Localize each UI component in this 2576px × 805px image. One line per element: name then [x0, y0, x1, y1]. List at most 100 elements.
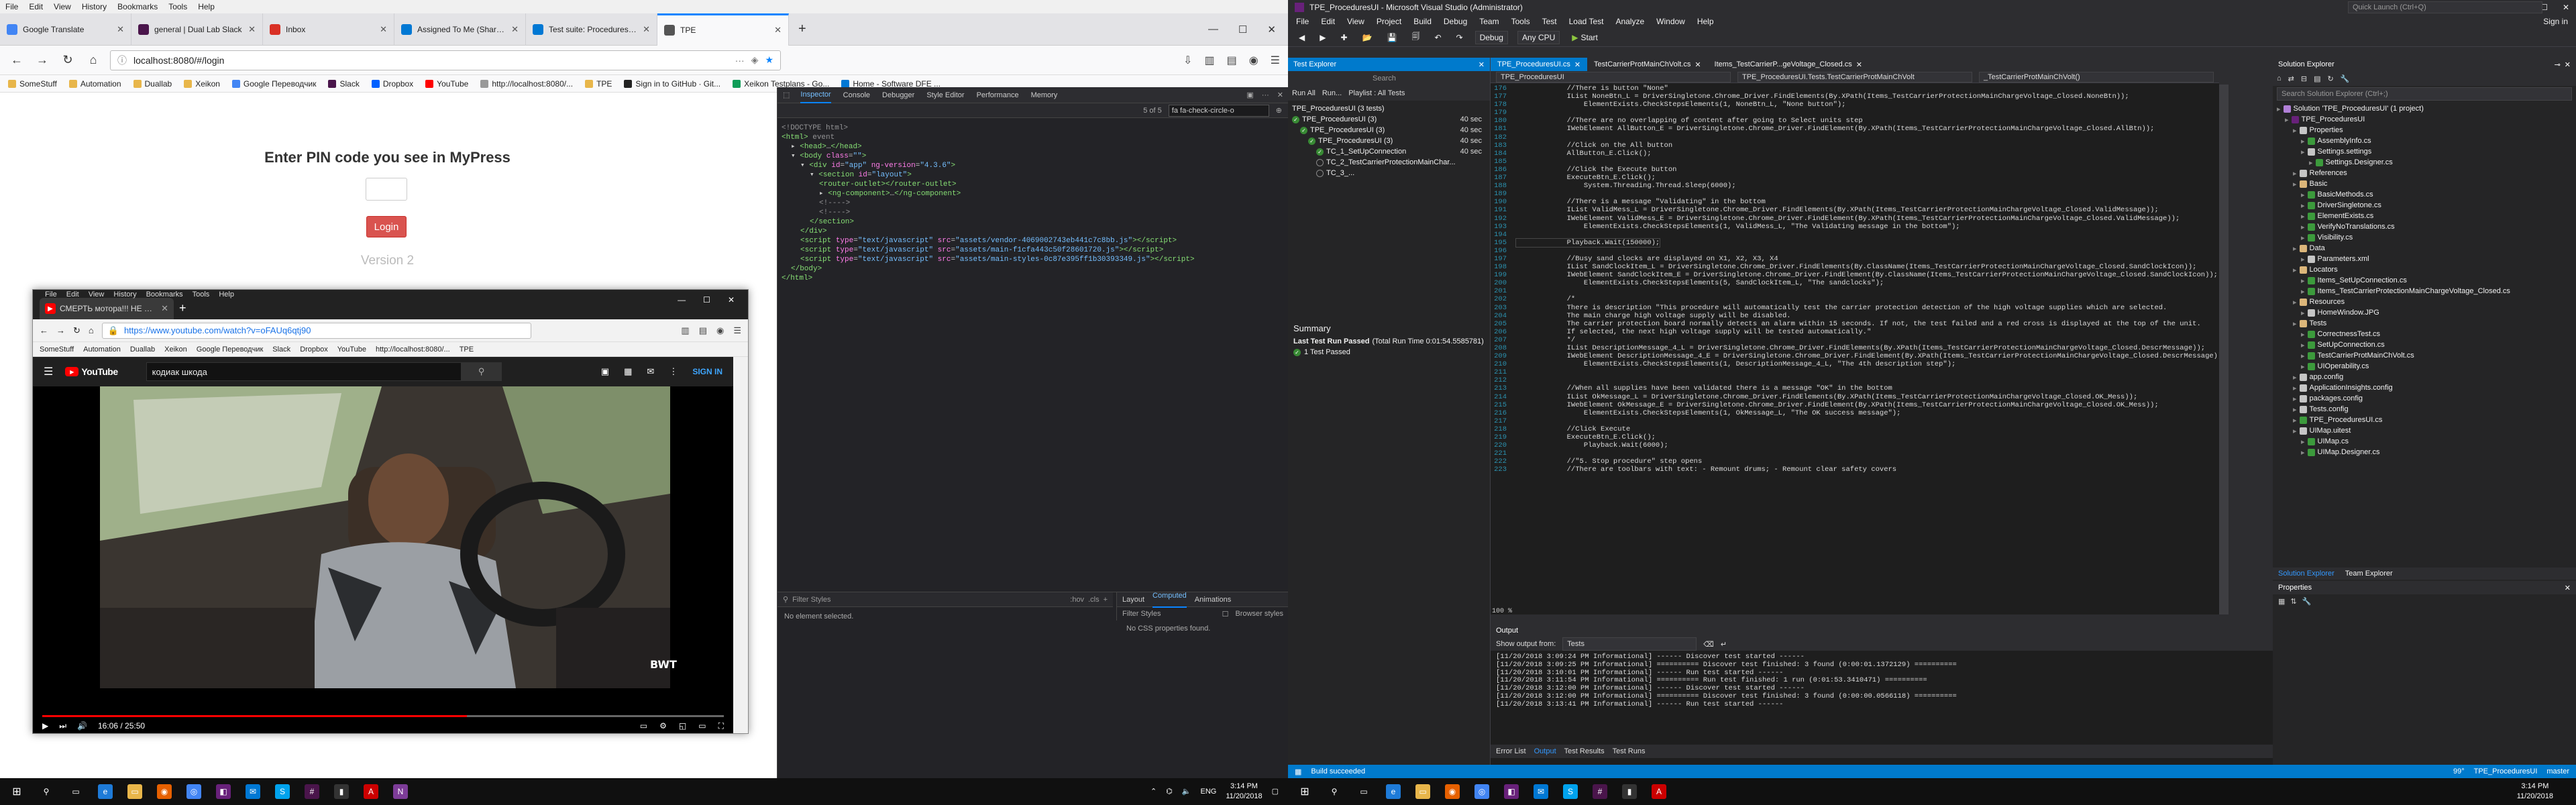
solution-item[interactable]: ▸ ApplicationInsights.config — [2277, 382, 2572, 393]
pane-close-icon[interactable]: ✕ — [1479, 60, 1485, 69]
solution-item[interactable]: ▸ packages.config — [2277, 393, 2572, 404]
output-source-combo[interactable]: Tests — [1562, 637, 1697, 651]
messages-icon[interactable]: ✉ — [647, 366, 654, 377]
bottom-tab[interactable]: Test Results — [1564, 747, 1605, 755]
page-actions-icon[interactable]: ··· — [735, 55, 745, 66]
tests-passed[interactable]: 1 Test Passed — [1304, 348, 1350, 356]
dom-node[interactable]: <!----> — [782, 208, 1285, 217]
home-icon[interactable]: ⌂ — [2277, 74, 2282, 83]
sidebar-icon[interactable]: ▤ — [699, 325, 707, 336]
maximize-icon[interactable]: ☐ — [1238, 23, 1247, 36]
solution-item[interactable]: ▸ References — [2277, 168, 2572, 178]
back-icon[interactable]: ← — [8, 52, 25, 69]
expand-arrow-icon[interactable]: ▸ — [2309, 158, 2313, 167]
menu-item-bookmarks[interactable]: Bookmarks — [146, 290, 183, 299]
test-tree-row[interactable]: ✓ TPE_ProceduresUI (3) 40 sec — [1292, 125, 1486, 136]
downloads-icon[interactable]: ⇩ — [1183, 54, 1192, 67]
dom-node[interactable]: ▾ <section id="layout"> — [782, 170, 1285, 180]
expand-arrow-icon[interactable]: ▸ — [2293, 405, 2297, 414]
vs-menu-item-build[interactable]: Build — [1413, 17, 1432, 26]
vs-sign-in[interactable]: Sign in — [2543, 17, 2568, 26]
solution-item[interactable]: ▸ app.config — [2277, 372, 2572, 382]
youtube-tab[interactable]: ▶ СМЕРТЬ моторa!!! НЕ СЛУ... ✕ — [40, 298, 174, 319]
expand-arrow-icon[interactable]: ▸ — [2301, 352, 2305, 360]
save-all-icon[interactable]: 🗐 — [1409, 31, 1422, 44]
pick-element-icon[interactable]: ⬚ — [783, 91, 790, 99]
terminal-icon[interactable]: ▮ — [334, 784, 349, 799]
forward-icon[interactable]: → — [56, 325, 65, 335]
network-icon[interactable]: ⌬ — [1166, 787, 1173, 797]
devtools-menu-icon[interactable]: ··· — [1262, 91, 1269, 99]
visual-studio-icon[interactable]: ◧ — [1504, 784, 1519, 799]
dom-node[interactable]: <script type="text/javascript" src="asse… — [782, 246, 1285, 255]
dom-node[interactable]: ▾ <body class=""> — [782, 152, 1285, 161]
expand-arrow-icon[interactable]: ▸ — [2293, 427, 2297, 435]
fullscreen-icon[interactable]: ⛶ — [718, 721, 724, 731]
vs-menu-item-debug[interactable]: Debug — [1444, 17, 1467, 26]
file-explorer-icon[interactable]: ▭ — [1415, 784, 1430, 799]
solution-item[interactable]: ▸ Settings.Designer.cs — [2277, 157, 2572, 168]
menu-item-tools[interactable]: Tools — [168, 2, 187, 11]
tab-close-icon[interactable]: ✕ — [117, 24, 124, 35]
new-project-icon[interactable]: ✚ — [1338, 31, 1350, 44]
tab-close-icon[interactable]: ✕ — [161, 303, 168, 314]
hamburger-icon[interactable]: ☰ — [44, 365, 53, 378]
bookmark-item[interactable]: Slack — [272, 345, 290, 354]
expand-arrow-icon[interactable]: ▸ — [2301, 137, 2305, 146]
windows-start-icon[interactable]: ⊞ — [1297, 784, 1312, 799]
volume-icon[interactable]: 🔈 — [1182, 787, 1191, 797]
layout-tab-animations[interactable]: Animations — [1195, 596, 1231, 604]
solution-item[interactable]: ▸ CorrectnessTest.cs — [2277, 329, 2572, 339]
solution-item[interactable]: ▸ Items_SetUpConnection.cs — [2277, 275, 2572, 286]
dom-node[interactable]: <html> event — [782, 133, 1285, 142]
back-icon[interactable]: ◀ — [1296, 31, 1307, 44]
dom-node[interactable]: </section> — [782, 217, 1285, 227]
solution-item[interactable]: ▸ UIOperability.cs — [2277, 361, 2572, 372]
solution-item[interactable]: ▸ TestCarrierProtMainChVolt.cs — [2277, 350, 2572, 361]
upload-icon[interactable]: ▣ — [601, 366, 609, 377]
menu-icon[interactable]: ☰ — [1271, 54, 1280, 67]
solution-item[interactable]: ▸ Solution 'TPE_ProceduresUI' (1 project) — [2277, 103, 2572, 114]
categorized-icon[interactable]: ▦ — [2278, 597, 2285, 606]
expand-arrow-icon[interactable]: ▸ — [2301, 255, 2305, 264]
clock[interactable]: 3:14 PM 11/20/2018 — [1226, 782, 1262, 802]
solution-item[interactable]: ▸ Tests.config — [2277, 404, 2572, 415]
editor-nav-combo[interactable]: TPE_ProceduresUI — [1496, 71, 1731, 83]
solution-search-input[interactable]: Search Solution Explorer (Ctrl+;) — [2277, 87, 2572, 101]
refresh-icon[interactable]: ↻ — [2328, 74, 2334, 83]
undo-icon[interactable]: ↶ — [1432, 31, 1444, 44]
browser-tab[interactable]: TPE ✕ — [657, 13, 789, 46]
dom-node[interactable]: ▾ <div id="app" ng-version="4.3.6"> — [782, 161, 1285, 170]
test-tree-row[interactable]: ✓ TC_1_SetUpConnection 40 sec — [1292, 146, 1486, 157]
solution-item[interactable]: ▸ HomeWindow.JPG — [2277, 307, 2572, 318]
bookmark-item[interactable]: Xeikon — [164, 345, 187, 354]
solution-item[interactable]: ▸ DriverSingletone.cs — [2277, 200, 2572, 211]
tab-close-icon[interactable]: ✕ — [511, 24, 519, 35]
acrobat-icon[interactable]: A — [1652, 784, 1666, 799]
expand-arrow-icon[interactable]: ▸ — [2301, 309, 2305, 317]
expand-arrow-icon[interactable]: ▸ — [2301, 437, 2305, 446]
outlook-icon[interactable]: ✉ — [246, 784, 260, 799]
expand-arrow-icon[interactable]: ▸ — [2301, 287, 2305, 296]
back-icon[interactable]: ← — [40, 325, 48, 335]
properties-icon[interactable]: 🔧 — [2341, 74, 2350, 83]
bottom-tab[interactable]: Output — [1534, 747, 1556, 755]
visual-studio-icon[interactable]: ◧ — [216, 784, 231, 799]
tab-close-icon[interactable]: ✕ — [248, 24, 256, 35]
rules-filter[interactable]: ⚲ Filter Styles :hov .cls + — [777, 592, 1113, 607]
browser-tab[interactable]: Inbox ✕ — [263, 13, 394, 46]
skype-icon[interactable]: S — [275, 784, 290, 799]
menu-item-bookmarks[interactable]: Bookmarks — [117, 2, 158, 11]
settings-icon[interactable]: ⚙ — [659, 721, 667, 731]
dom-node[interactable]: <router-outlet></router-outlet> — [782, 180, 1285, 189]
expand-arrow-icon[interactable]: ▸ — [2301, 223, 2305, 231]
status-project[interactable]: TPE_ProceduresUI — [2474, 767, 2538, 775]
dom-node[interactable]: <!----> — [782, 199, 1285, 208]
bookmark-item[interactable]: Automation — [83, 345, 121, 354]
vs-menu-item-window[interactable]: Window — [1656, 17, 1685, 26]
volume-icon[interactable]: 🔊 — [77, 721, 87, 731]
menu-item-help[interactable]: Help — [219, 290, 234, 299]
bookmark-item[interactable]: Dropbox — [371, 79, 413, 89]
tab-close-icon[interactable]: ✕ — [643, 24, 650, 35]
reload-icon[interactable]: ↻ — [59, 52, 76, 69]
